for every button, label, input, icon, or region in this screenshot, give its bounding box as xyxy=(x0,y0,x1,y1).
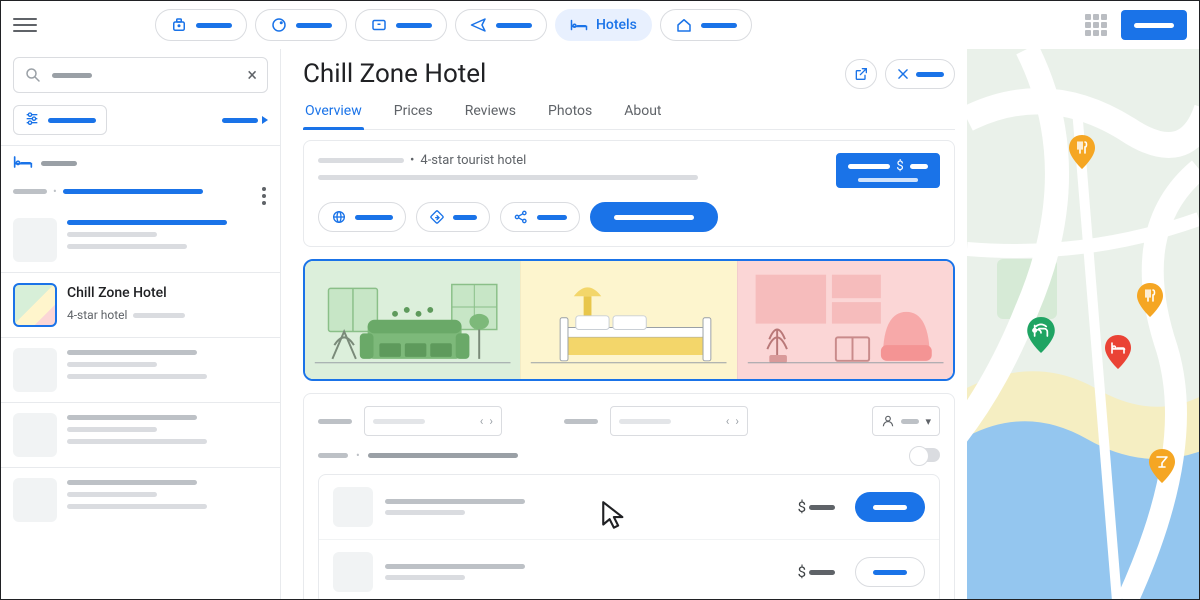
detail-tabs: Overview Prices Reviews Photos About xyxy=(303,103,955,130)
nav-chip-explore[interactable] xyxy=(255,9,347,41)
checkout-date-picker[interactable]: ‹› xyxy=(610,406,748,436)
top-bar: Hotels xyxy=(1,1,1199,49)
gallery-photo xyxy=(737,261,953,379)
primary-action-button[interactable] xyxy=(590,202,718,232)
tab-prices[interactable]: Prices xyxy=(392,103,435,129)
nav-chips: Hotels xyxy=(155,9,752,41)
filters-button[interactable] xyxy=(13,105,107,135)
result-thumbnail xyxy=(13,478,57,522)
directions-button[interactable] xyxy=(416,202,490,232)
website-button[interactable] xyxy=(318,202,406,232)
map-panel[interactable] xyxy=(967,49,1199,599)
menu-button[interactable] xyxy=(13,13,37,37)
result-item[interactable] xyxy=(1,208,280,272)
chevron-down-icon: ▾ xyxy=(925,415,931,428)
suitcase-icon xyxy=(170,17,188,33)
caret-right-icon xyxy=(262,116,268,124)
category-header xyxy=(1,146,280,181)
map-illustration xyxy=(967,49,1199,599)
map-pin-bar[interactable] xyxy=(1149,449,1173,481)
signin-button[interactable] xyxy=(1121,10,1187,40)
gallery-photo xyxy=(520,261,736,379)
result-thumbnail xyxy=(13,413,57,457)
tab-photos[interactable]: Photos xyxy=(546,103,594,129)
summary-card: • 4-star tourist hotel $ xyxy=(303,140,955,247)
filters-icon xyxy=(24,110,40,130)
apps-button[interactable] xyxy=(1085,14,1107,36)
result-title: Chill Zone Hotel xyxy=(67,285,268,301)
check-availability-button[interactable]: $ xyxy=(836,153,940,188)
provider-logo xyxy=(333,487,373,527)
result-item[interactable] xyxy=(1,468,280,532)
offer-item[interactable]: $ xyxy=(319,539,939,599)
clear-search-button[interactable]: × xyxy=(247,65,257,86)
chevron-right-icon: › xyxy=(735,414,739,428)
bed-icon xyxy=(13,154,33,173)
external-link-icon xyxy=(853,66,869,82)
result-item-selected[interactable]: Chill Zone Hotel 4-star hotel xyxy=(1,273,280,337)
bed-icon xyxy=(570,17,588,33)
main-layout: × • xyxy=(1,49,1199,599)
search-icon xyxy=(24,66,42,84)
chevron-right-icon: › xyxy=(489,414,493,428)
topbar-right xyxy=(1085,10,1187,40)
chevron-left-icon: ‹ xyxy=(480,414,484,428)
result-thumbnail xyxy=(13,348,57,392)
nav-chip-travel[interactable] xyxy=(155,9,247,41)
provider-logo xyxy=(333,552,373,592)
star-rating-text: 4-star tourist hotel xyxy=(420,153,526,168)
offer-price: $ xyxy=(798,563,835,581)
house-icon xyxy=(675,17,693,33)
open-external-button[interactable] xyxy=(845,59,877,89)
checkin-date-picker[interactable]: ‹› xyxy=(364,406,502,436)
result-subtitle: 4-star hotel xyxy=(67,308,268,322)
share-button[interactable] xyxy=(500,202,580,232)
map-pin-food[interactable] xyxy=(1137,283,1161,315)
share-icon xyxy=(513,209,529,225)
globe-icon xyxy=(331,209,347,225)
offer-view-button[interactable] xyxy=(855,557,925,587)
chevron-left-icon: ‹ xyxy=(726,414,730,428)
booking-controls: ‹› ‹› ▾ • xyxy=(303,393,955,599)
ticket-icon xyxy=(370,17,388,33)
booking-offers: $ $ xyxy=(318,474,940,599)
nav-chip-things[interactable] xyxy=(355,9,447,41)
result-item[interactable] xyxy=(1,403,280,467)
when-link[interactable] xyxy=(222,116,268,124)
guests-selector[interactable]: ▾ xyxy=(872,406,940,436)
tab-reviews[interactable]: Reviews xyxy=(463,103,518,129)
nav-chip-hotels[interactable]: Hotels xyxy=(555,9,652,41)
nav-chip-flights[interactable] xyxy=(455,9,547,41)
sidebar: × • xyxy=(1,49,281,599)
offer-book-button[interactable] xyxy=(855,492,925,522)
result-thumbnail xyxy=(13,283,57,327)
result-thumbnail xyxy=(13,218,57,262)
plane-icon xyxy=(470,17,488,33)
photo-gallery[interactable] xyxy=(303,259,955,381)
search-input[interactable]: × xyxy=(13,57,268,93)
directions-icon xyxy=(429,209,445,225)
result-item[interactable] xyxy=(1,338,280,402)
map-pin-hotel[interactable] xyxy=(1105,335,1129,367)
offer-price: $ xyxy=(798,498,835,516)
tab-about[interactable]: About xyxy=(622,103,663,129)
item-menu-button[interactable] xyxy=(256,187,272,205)
person-icon xyxy=(881,414,895,428)
explore-icon xyxy=(270,17,288,33)
details-panel: Chill Zone Hotel Overview Prices Reviews… xyxy=(281,49,967,599)
result-item[interactable]: • xyxy=(1,181,280,208)
nav-chip-rentals[interactable] xyxy=(660,9,752,41)
offer-item[interactable]: $ xyxy=(319,475,939,539)
page-title: Chill Zone Hotel xyxy=(303,59,486,89)
close-icon xyxy=(896,67,910,81)
tab-overview[interactable]: Overview xyxy=(303,103,364,129)
close-details-button[interactable] xyxy=(885,59,955,89)
map-pin-food[interactable] xyxy=(1069,135,1093,167)
free-cancellation-toggle[interactable] xyxy=(910,448,940,462)
gallery-photo xyxy=(305,261,520,379)
nav-chip-hotels-label: Hotels xyxy=(596,17,637,33)
map-pin-current-hotel[interactable] xyxy=(1027,317,1051,349)
